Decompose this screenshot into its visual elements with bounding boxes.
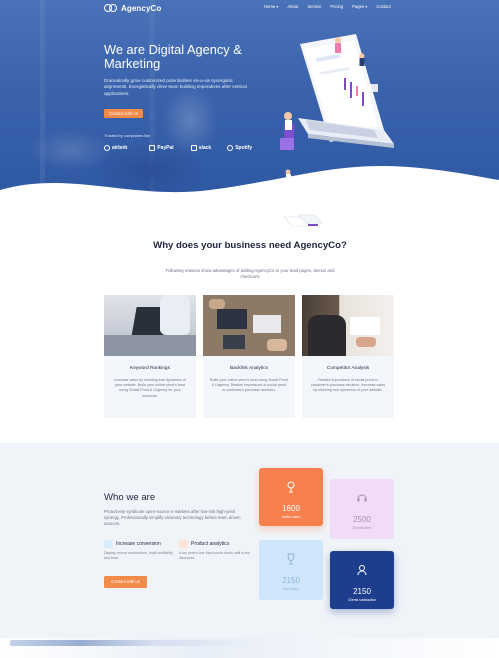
logo[interactable]: AgencyCo [104,3,161,13]
feature-increase-conversion: Increase conversion Display recent conve… [104,540,173,560]
who-contact-button[interactable]: Contact with us [104,576,147,588]
brand-slack: slack [190,145,211,151]
trusted-label: Trusted by companies like [104,133,151,138]
stat-card-clients-satisfaction: 2150 Clients satisfaction [330,551,394,609]
card-text: Increase sales by showing true dynamics … [114,378,186,398]
card-title: Keyword Rankings [130,366,170,371]
hero-subtitle: Dramatically grow customized potentialit… [104,78,247,96]
hero-contact-button[interactable]: Contact with us [104,109,143,118]
nav-item-contact[interactable]: Contact [376,4,390,9]
nav-menu: Home ▾ About Service Pricing Pages ▾ Con… [264,4,400,9]
trophy-icon [287,553,295,565]
spotify-icon [227,145,234,151]
card-title: Competitor Analysis [326,366,370,371]
why-subtitle: Following reasons show advantages of add… [165,268,335,279]
headset-icon [357,494,367,502]
hero-wave-divider [0,166,499,200]
airbnb-icon [104,145,110,151]
brand-logos: airbnb PayPal slack Spotify [104,145,252,151]
card-text: Build your online store's trust using So… [210,378,288,393]
brand-spotify: Spotify [227,145,252,151]
footer-photo-strip [0,638,499,658]
stat-card-active-users: 1600 Active users [259,468,323,526]
hero-title: We are Digital Agency & Marketing [104,42,242,71]
card-photo-team-table [203,295,295,356]
card-title: Backlink Analytics [229,366,269,371]
nav-item-pages[interactable]: Pages ▾ [352,4,367,9]
brand-paypal: PayPal [149,145,174,151]
top-nav: AgencyCo Home ▾ About Service Pricing Pa… [0,0,499,16]
nav-item-pricing[interactable]: Pricing [330,4,343,9]
hero-section: AgencyCo Home ▾ About Service Pricing Pa… [0,0,499,200]
slack-icon [190,145,197,151]
feature-card-backlink-analytics[interactable]: Backlink Analytics Build your online sto… [203,295,295,418]
why-title: Why does your business need AgencyCo? [153,240,347,251]
user-pin-icon [287,481,295,493]
logo-icon [104,4,118,12]
paypal-icon [149,145,156,151]
feature-product-analytics: Product analytics A top promo bar that c… [179,540,250,560]
page: AgencyCo Home ▾ About Service Pricing Pa… [0,0,499,658]
nav-item-service[interactable]: Service [307,4,321,9]
user-icon [357,565,367,576]
conversion-chart-icon [104,540,113,548]
logo-text: AgencyCo [121,3,162,13]
analytics-chart-icon [179,540,188,548]
nav-item-about[interactable]: About [287,4,298,9]
who-title: Who we are [104,492,156,503]
decorative-cards-icon [284,214,323,227]
card-photo-desk [302,295,394,356]
who-description: Proactively syndicate open-source e-mark… [104,509,241,526]
nav-item-home[interactable]: Home ▾ [264,4,278,9]
brand-airbnb: airbnb [104,145,127,151]
stat-card-win-award: 2150 Win award [259,540,323,600]
who-section: Who we are Proactively syndicate open-so… [0,443,499,643]
card-text: Realize importance of social proof in cu… [310,378,386,393]
feature-card-keyword-rankings[interactable]: Keyword Rankings Increase sales by showi… [104,295,196,418]
stat-card-global-client: 2500 Global client [330,479,394,539]
card-photo-laptop [104,295,196,356]
feature-card-competitor-analysis[interactable]: Competitor Analysis Realize importance o… [302,295,394,418]
